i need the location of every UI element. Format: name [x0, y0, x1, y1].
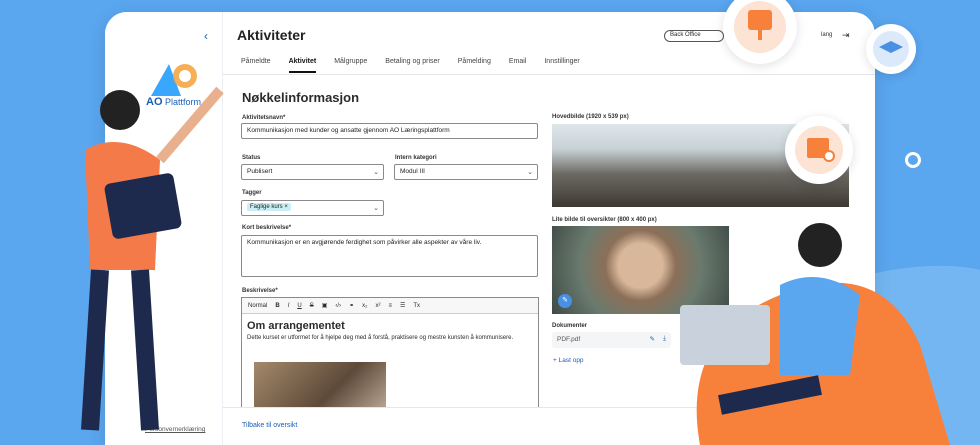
chevron-down-icon: ⌄	[373, 169, 379, 176]
language-selector[interactable]: lang	[821, 32, 832, 38]
bullet-list-icon[interactable]: ☰	[400, 302, 405, 309]
person-with-laptop-illustration	[680, 223, 950, 445]
tab-malgruppe[interactable]: Målgruppe	[334, 58, 367, 73]
person-with-tablet-illustration	[81, 86, 224, 431]
tab-pamelding[interactable]: Påmelding	[458, 58, 491, 73]
tab-innstillinger[interactable]: Innstillinger	[544, 58, 579, 73]
edit-image-icon[interactable]: ✎	[558, 294, 572, 308]
desc-label: Beskrivelse*	[242, 288, 278, 294]
pencil-icon[interactable]: ✎	[650, 335, 655, 343]
presentation-badge	[723, 0, 797, 64]
link-icon[interactable]: ⚭	[349, 302, 354, 309]
tags-label: Tagger	[242, 190, 262, 196]
tab-divider	[223, 74, 875, 75]
code-icon[interactable]: ‹/›	[335, 303, 341, 309]
tab-aktivitet[interactable]: Aktivitet	[288, 58, 317, 73]
tab-bar: Påmeldte Aktivitet Målgruppe Betaling og…	[241, 58, 598, 73]
tag-chip[interactable]: Faglige kurs ×	[247, 203, 291, 211]
tab-betaling[interactable]: Betaling og priser	[385, 58, 439, 73]
back-link[interactable]: Tilbake til oversikt	[242, 422, 297, 429]
document-name: PDF.pdf	[557, 336, 581, 343]
chevron-left-icon[interactable]: ‹	[204, 29, 208, 43]
italic-icon[interactable]: I	[288, 303, 290, 309]
short-desc-label: Kort beskrivelse*	[242, 225, 292, 231]
section-title: Nøkkelinformasjon	[242, 90, 360, 105]
category-label: Intern kategori	[395, 155, 437, 161]
superscript-icon[interactable]: x²	[375, 303, 380, 309]
name-label: Aktivitetsnavn*	[242, 115, 286, 121]
image-icon[interactable]: ▣	[322, 302, 328, 309]
name-input[interactable]: Kommunikasjon med kunder og ansatte gjen…	[241, 123, 538, 139]
clear-format-icon[interactable]: Tx	[413, 303, 420, 309]
chevron-down-icon: ⌄	[373, 205, 379, 212]
upload-button[interactable]: + Last opp	[553, 357, 584, 364]
status-label: Status	[242, 155, 261, 161]
graduation-badge	[866, 24, 916, 74]
tab-pameldte[interactable]: Påmeldte	[241, 58, 271, 73]
bold-icon[interactable]: B	[275, 303, 279, 309]
editor-toolbar: Normal B I U S ▣ ‹/› ⚭ x₂ x² ≡ ☰ Tx	[242, 298, 538, 314]
presentation-icon	[734, 1, 786, 53]
tab-email[interactable]: Email	[509, 58, 527, 73]
status-value: Publisert	[247, 168, 273, 175]
chevron-down-icon: ⌄	[527, 169, 533, 176]
short-desc-textarea[interactable]: Kommunikasjon er en avgjørende ferdighet…	[241, 235, 538, 277]
document-item: PDF.pdf ✎ ⤓	[552, 332, 671, 348]
ordered-list-icon[interactable]: ≡	[388, 303, 392, 309]
book-badge	[785, 116, 853, 184]
category-select[interactable]: Modul III ⌄	[394, 164, 538, 180]
logout-icon[interactable]: ⇥	[842, 30, 850, 41]
tags-select[interactable]: Faglige kurs × ⌄	[241, 200, 384, 216]
strike-icon[interactable]: S	[310, 303, 314, 309]
main-image-label: Hovedbilde (1920 x 539 px)	[552, 114, 629, 120]
underline-icon[interactable]: U	[297, 303, 301, 309]
editor-heading: Om arrangementet	[247, 320, 345, 332]
documents-label: Dokumenter	[552, 323, 588, 329]
graduation-cap-icon	[873, 31, 909, 67]
book-search-icon	[795, 126, 843, 174]
editor-paragraph: Dette kurset er utformet for å hjelpe de…	[247, 335, 514, 341]
office-select[interactable]: Back Office	[664, 30, 724, 42]
ring-decoration	[905, 152, 921, 168]
category-value: Modul III	[400, 168, 425, 175]
small-image-label: Lite bilde til oversikter (800 x 400 px)	[552, 217, 657, 223]
page-title: Aktiviteter	[237, 27, 306, 43]
format-select[interactable]: Normal	[248, 303, 267, 309]
status-select[interactable]: Publisert ⌄	[241, 164, 384, 180]
subscript-icon[interactable]: x₂	[362, 303, 367, 309]
